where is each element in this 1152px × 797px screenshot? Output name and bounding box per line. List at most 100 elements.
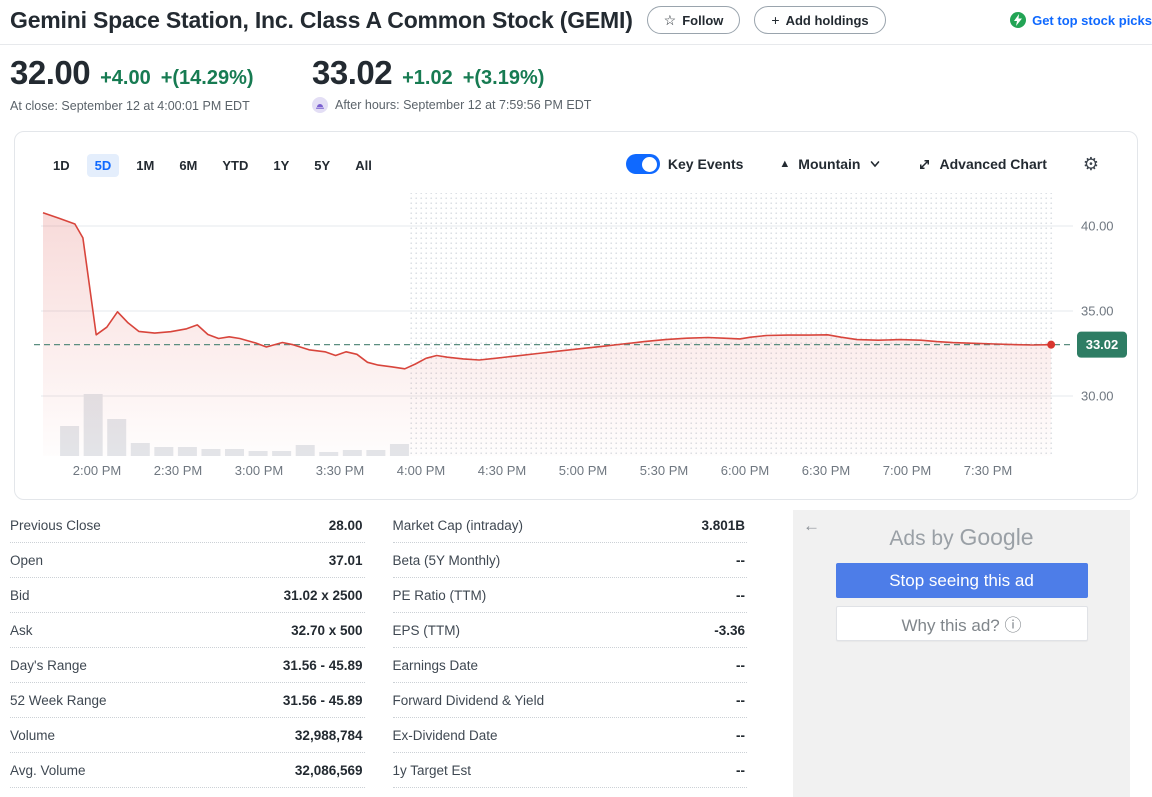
table-row: Market Cap (intraday) 3.801B: [393, 508, 748, 543]
svg-text:6:00 PM: 6:00 PM: [721, 463, 769, 478]
svg-text:6:30 PM: 6:30 PM: [802, 463, 850, 478]
page-title: Gemini Space Station, Inc. Class A Commo…: [10, 7, 633, 34]
range-tab-1y[interactable]: 1Y: [265, 154, 297, 177]
info-icon: ⓘ: [1005, 616, 1022, 635]
after-hours-price: 33.02: [312, 54, 392, 92]
stat-value: 37.01: [329, 553, 363, 568]
svg-text:3:00 PM: 3:00 PM: [235, 463, 283, 478]
stat-value: 31.56 - 45.89: [283, 693, 363, 708]
table-row: PE Ratio (TTM)--: [393, 578, 748, 613]
statistics-column-right: Market Cap (intraday) 3.801B Beta (5Y Mont…: [393, 508, 748, 788]
gear-icon[interactable]: ⚙: [1083, 155, 1099, 173]
regular-market-price: 32.00: [10, 54, 90, 92]
stat-label: Beta (5Y Monthly): [393, 553, 501, 568]
stat-value: -3.36: [714, 623, 745, 638]
range-tab-1d[interactable]: 1D: [45, 154, 78, 177]
price-chart[interactable]: 40.00 35.00 30.00 33.02 2:00 PM 2:30 PM 3:00 P…: [15, 182, 1139, 482]
stat-value: --: [736, 693, 745, 708]
stat-label: Earnings Date: [393, 658, 479, 673]
range-tab-all[interactable]: All: [347, 154, 380, 177]
stat-value: --: [736, 728, 745, 743]
stat-value: --: [736, 553, 745, 568]
stat-value: 3.801B: [701, 518, 745, 533]
range-tab-ytd[interactable]: YTD: [214, 154, 256, 177]
toggle-knob: [642, 157, 657, 172]
range-tab-1m[interactable]: 1M: [128, 154, 162, 177]
after-hours-quote: 33.02 +1.02 +(3.19%): [312, 54, 544, 92]
expand-diagonal-icon: [917, 157, 932, 172]
chart-type-dropdown[interactable]: ▲ Mountain: [779, 156, 880, 172]
follow-button-label: Follow: [682, 13, 723, 28]
table-row: Open 37.01: [10, 543, 365, 578]
svg-text:3:30 PM: 3:30 PM: [316, 463, 364, 478]
svg-text:7:30 PM: 7:30 PM: [964, 463, 1012, 478]
regular-market-quote: 32.00 +4.00 +(14.29%): [10, 54, 254, 92]
svg-text:4:00 PM: 4:00 PM: [397, 463, 445, 478]
bolt-icon: [1010, 12, 1026, 28]
after-hours-text: After hours: September 12 at 7:59:56 PM …: [335, 98, 591, 112]
table-row: Ask 32.70 x 500: [10, 613, 365, 648]
after-hours-change-percent: +(3.19%): [463, 67, 545, 90]
advanced-chart-button[interactable]: Advanced Chart: [917, 156, 1047, 172]
svg-text:2:00 PM: 2:00 PM: [73, 463, 121, 478]
chart-toolbar: 1D 5D 1M 6M YTD 1Y 5Y All Key Events ▲ Mountain: [15, 132, 1137, 182]
table-row: EPS (TTM) -3.36: [393, 613, 748, 648]
regular-market-change: +4.00: [100, 67, 151, 90]
plus-icon: +: [771, 12, 779, 28]
follow-button[interactable]: ☆ Follow: [647, 6, 741, 34]
stock-quote-page: Gemini Space Station, Inc. Class A Commo…: [0, 0, 1152, 797]
stat-value: --: [736, 588, 745, 603]
stop-seeing-this-ad-button[interactable]: Stop seeing this ad: [836, 563, 1088, 598]
table-row: Previous Close28.00: [10, 508, 365, 543]
stat-label: Ask: [10, 623, 33, 638]
table-row: 52 Week Range 31.56 - 45.89: [10, 683, 365, 718]
key-events-label: Key Events: [668, 156, 743, 172]
after-hours-change: +1.02: [402, 67, 453, 90]
ad-back-arrow-icon[interactable]: ←: [803, 516, 820, 536]
stat-value: --: [736, 763, 745, 778]
key-events-toggle-group: Key Events: [626, 154, 743, 174]
stat-label: Volume: [10, 728, 55, 743]
stat-value: --: [736, 658, 745, 673]
why-this-ad-label: Why this ad?: [902, 616, 1000, 635]
chevron-down-icon: [869, 158, 881, 170]
star-icon: ☆: [664, 12, 677, 29]
table-row: Avg. Volume32,086,569: [10, 753, 365, 788]
svg-text:30.00: 30.00: [1081, 389, 1114, 404]
why-this-ad-button[interactable]: Why this ad? ⓘ: [836, 606, 1088, 641]
chart-tools: Key Events ▲ Mountain Advanced Chart ⚙: [626, 154, 1099, 174]
stat-value: 31.02 x 2500: [284, 588, 363, 603]
get-top-stock-picks-link[interactable]: Get top stock picks: [1010, 12, 1152, 28]
stat-label: Open: [10, 553, 43, 568]
after-hours-moon-icon: [312, 97, 328, 113]
statistics-column-left: Previous Close28.00 Open 37.01 Bid 31.02 x 2…: [10, 508, 365, 788]
svg-text:5:30 PM: 5:30 PM: [640, 463, 688, 478]
table-row: Volume32,988,784: [10, 718, 365, 753]
svg-text:35.00: 35.00: [1081, 304, 1114, 319]
header: Gemini Space Station, Inc. Class A Commo…: [10, 0, 1152, 40]
stat-label: Forward Dividend & Yield: [393, 693, 545, 708]
range-tab-5y[interactable]: 5Y: [306, 154, 338, 177]
range-tab-5d[interactable]: 5D: [87, 154, 120, 177]
stat-label: Avg. Volume: [10, 763, 86, 778]
at-close-text: At close: September 12 at 4:00:01 PM EDT: [10, 99, 250, 113]
table-row: Day's Range31.56 - 45.89: [10, 648, 365, 683]
chart-card: 1D 5D 1M 6M YTD 1Y 5Y All Key Events ▲ Mountain: [14, 131, 1138, 500]
mountain-icon: ▲: [779, 158, 790, 170]
stat-label: Market Cap (intraday): [393, 518, 524, 533]
stat-label: Ex-Dividend Date: [393, 728, 498, 743]
stat-label: 52 Week Range: [10, 693, 107, 708]
stat-label: EPS (TTM): [393, 623, 461, 638]
table-row: 1y Target Est--: [393, 753, 748, 788]
google-logo-text: Google: [959, 524, 1033, 550]
stat-label: Bid: [10, 588, 30, 603]
svg-text:33.02: 33.02: [1086, 337, 1119, 352]
stat-value: 32.70 x 500: [291, 623, 362, 638]
key-events-toggle[interactable]: [626, 154, 660, 174]
svg-text:2:30 PM: 2:30 PM: [154, 463, 202, 478]
range-tab-6m[interactable]: 6M: [171, 154, 205, 177]
add-holdings-button[interactable]: + Add holdings: [754, 6, 885, 34]
range-tabs: 1D 5D 1M 6M YTD 1Y 5Y All: [45, 154, 380, 177]
svg-text:40.00: 40.00: [1081, 219, 1114, 234]
get-top-stock-picks-label: Get top stock picks: [1032, 13, 1152, 28]
